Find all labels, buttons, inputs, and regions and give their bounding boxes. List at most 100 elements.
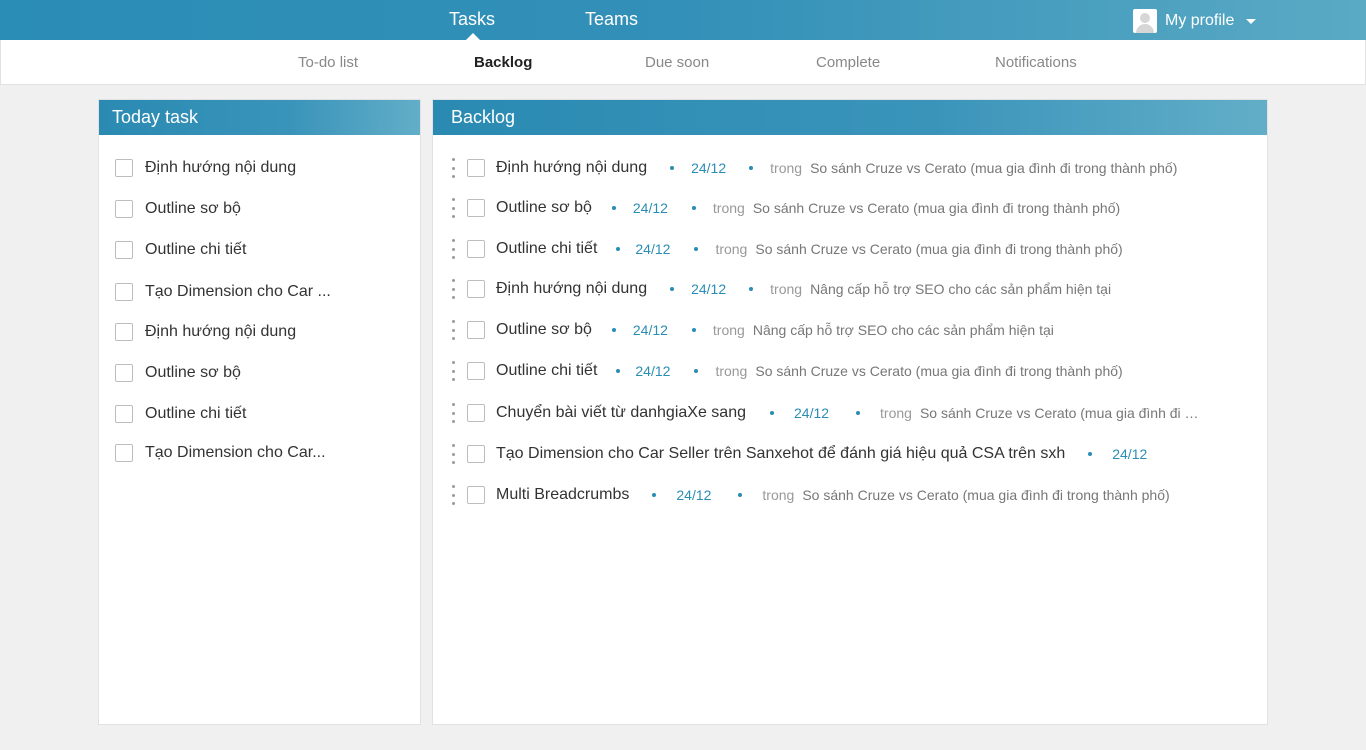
backlog-row: Outline sơ bộ 24/12 trong Nâng cấp hỗ tr… (451, 320, 1054, 340)
backlog-title: Backlog (433, 100, 1267, 135)
drag-handle-icon[interactable] (451, 158, 455, 178)
due-date: 24/12 (676, 487, 712, 503)
avatar-icon (1133, 8, 1157, 33)
tab-complete[interactable]: Complete (816, 40, 880, 85)
task-label: Tạo Dimension cho Car ... (145, 283, 331, 300)
separator-dot (616, 369, 621, 373)
tab-todo-list[interactable]: To-do list (298, 40, 358, 85)
separator-dot (694, 247, 699, 251)
task-checkbox[interactable] (115, 159, 133, 177)
profile-menu[interactable]: My profile (1133, 8, 1257, 33)
separator-dot (694, 369, 699, 373)
in-label: trong (712, 322, 745, 338)
task-label: Tạo Dimension cho Car... (145, 444, 326, 461)
task-checkbox[interactable] (467, 159, 485, 177)
due-date: 24/12 (632, 322, 668, 338)
drag-handle-icon[interactable] (451, 239, 455, 259)
task-label[interactable]: Định hướng nội dung (496, 159, 647, 177)
list-item: Định hướng nội dung (115, 158, 296, 178)
task-label[interactable]: Multi Breadcrumbs (496, 486, 629, 504)
task-label: Định hướng nội dung (145, 323, 297, 340)
project-link[interactable]: So sánh Cruze vs Cerato (mua gia đình đi… (753, 200, 1120, 216)
task-checkbox[interactable] (467, 362, 485, 380)
in-label: trong (762, 487, 795, 503)
drag-handle-icon[interactable] (451, 403, 455, 423)
today-task-panel: Today task Định hướng nội dung Outline s… (98, 99, 421, 725)
project-link[interactable]: So sánh Cruze vs Cerato (mua gia đình đi… (755, 241, 1122, 257)
task-label[interactable]: Outline chi tiết (496, 240, 597, 258)
profile-label: My profile (1165, 11, 1235, 29)
tab-notifications[interactable]: Notifications (995, 40, 1077, 85)
separator-dot (1088, 452, 1093, 456)
project-link[interactable]: Nâng cấp hỗ trợ SEO cho các sản phẩm hiệ… (753, 322, 1054, 338)
due-date: 24/12 (691, 160, 727, 176)
task-checkbox[interactable] (467, 199, 485, 217)
separator-dot (616, 247, 621, 251)
project-link[interactable]: So sánh Cruze vs Cerato (mua gia đình đi… (920, 405, 1202, 421)
in-label: trong (712, 200, 745, 216)
task-label[interactable]: Định hướng nội dung (496, 280, 647, 298)
separator-dot (670, 166, 675, 170)
project-link[interactable]: So sánh Cruze vs Cerato (mua gia đình đi… (810, 160, 1177, 176)
drag-handle-icon[interactable] (451, 485, 455, 505)
task-label[interactable]: Outline chi tiết (496, 362, 597, 380)
task-checkbox[interactable] (467, 321, 485, 339)
backlog-row: Định hướng nội dung 24/12 trong So sánh … (451, 158, 1177, 178)
task-checkbox[interactable] (467, 445, 485, 463)
backlog-row: Tạo Dimension cho Car Seller trên Sanxeh… (451, 444, 1147, 464)
task-label: Outline chi tiết (145, 241, 247, 258)
task-checkbox[interactable] (467, 486, 485, 504)
drag-handle-icon[interactable] (451, 361, 455, 381)
separator-dot (670, 287, 675, 291)
backlog-row: Outline sơ bộ 24/12 trong So sánh Cruze … (451, 198, 1120, 218)
tab-due-soon[interactable]: Due soon (645, 40, 709, 85)
separator-dot (749, 166, 754, 170)
task-checkbox[interactable] (115, 405, 133, 423)
task-label[interactable]: Outline sơ bộ (496, 321, 592, 339)
project-link[interactable]: Nâng cấp hỗ trợ SEO cho các sản phẩm hiệ… (810, 281, 1111, 297)
task-label[interactable]: Outline sơ bộ (496, 199, 592, 217)
due-date: 24/12 (794, 405, 830, 421)
tab-backlog[interactable]: Backlog (474, 40, 532, 85)
separator-dot (611, 206, 616, 210)
task-checkbox[interactable] (115, 200, 133, 218)
nav-teams[interactable]: Teams (585, 0, 638, 40)
separator-dot (691, 206, 696, 210)
task-checkbox[interactable] (115, 241, 133, 259)
list-item: Outline chi tiết (115, 240, 246, 260)
task-label: Outline sơ bộ (145, 364, 241, 381)
in-label: trong (770, 281, 803, 297)
due-date: 24/12 (1112, 446, 1148, 462)
drag-handle-icon[interactable] (451, 320, 455, 340)
separator-dot (738, 493, 743, 497)
task-checkbox[interactable] (115, 323, 133, 341)
today-task-title: Today task (99, 100, 420, 135)
separator-dot (611, 328, 616, 332)
task-label[interactable]: Tạo Dimension cho Car Seller trên Sanxeh… (496, 445, 1065, 463)
separator-dot (770, 411, 774, 415)
task-checkbox[interactable] (115, 283, 133, 301)
separator-dot (691, 328, 696, 332)
project-link[interactable]: So sánh Cruze vs Cerato (mua gia đình đi… (802, 487, 1169, 503)
backlog-row: Multi Breadcrumbs 24/12 trong So sánh Cr… (451, 485, 1170, 505)
list-item: Outline chi tiết (115, 404, 246, 424)
due-date: 24/12 (635, 363, 671, 379)
in-label: trong (770, 160, 803, 176)
in-label: trong (715, 241, 748, 257)
task-checkbox[interactable] (467, 404, 485, 422)
list-item: Outline sơ bộ (115, 199, 241, 219)
in-label: trong (715, 363, 748, 379)
top-navbar: Tasks Teams My profile (0, 0, 1366, 40)
separator-dot (652, 493, 657, 497)
task-checkbox[interactable] (115, 364, 133, 382)
drag-handle-icon[interactable] (451, 198, 455, 218)
list-item: Tạo Dimension cho Car... (115, 443, 326, 463)
drag-handle-icon[interactable] (451, 279, 455, 299)
task-checkbox[interactable] (467, 280, 485, 298)
task-checkbox[interactable] (467, 240, 485, 258)
drag-handle-icon[interactable] (451, 444, 455, 464)
backlog-row: Outline chi tiết 24/12 trong So sánh Cru… (451, 239, 1123, 259)
task-checkbox[interactable] (115, 444, 133, 462)
task-label[interactable]: Chuyển bài viết từ danhgiaXe sang (496, 404, 746, 422)
project-link[interactable]: So sánh Cruze vs Cerato (mua gia đình đi… (755, 363, 1122, 379)
